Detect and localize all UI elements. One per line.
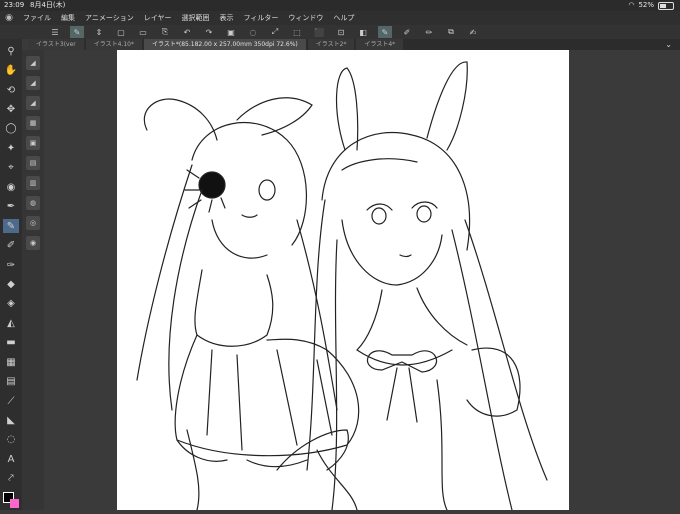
text-icon[interactable]: A	[3, 452, 19, 466]
clear-icon[interactable]: ▣	[224, 26, 238, 38]
battery-icon	[658, 1, 674, 10]
hand-icon[interactable]: ✋	[3, 63, 19, 77]
app-logo-icon[interactable]: ◉	[0, 13, 18, 23]
subtool-1-icon[interactable]: ◢	[26, 56, 40, 70]
frame-tool-icon[interactable]: ▤	[3, 374, 19, 388]
menu-selection[interactable]: 選択範囲	[177, 13, 215, 23]
command-bar: ☰ ✎ ⇕ ▢ ▭ ⎘ ↶ ↷ ▣ ◌ ⤢ ⬚ ⬛ ⊡ ◧ ✎ ✐ ✏ ⧉ ✍	[0, 25, 680, 39]
subtool-2-icon[interactable]: ◢	[26, 76, 40, 90]
layer-icon[interactable]: ⧉	[444, 26, 458, 38]
crop-icon[interactable]: ⊡	[334, 26, 348, 38]
subtool-3-icon[interactable]: ◢	[26, 96, 40, 110]
sub-color[interactable]	[10, 499, 19, 509]
brush-icon[interactable]: ✐	[400, 26, 414, 38]
tab-doc-5[interactable]: イラスト4*	[356, 39, 404, 50]
eye-icon[interactable]: ◉	[3, 180, 19, 194]
wand-icon[interactable]: ✦	[3, 141, 19, 155]
menu-file[interactable]: ファイル	[18, 13, 56, 23]
frame-icon[interactable]: ▢	[114, 26, 128, 38]
pencil-icon[interactable]: ✏	[422, 26, 436, 38]
menu-view[interactable]: 表示	[215, 13, 239, 23]
subtool-8-icon[interactable]: ◍	[26, 196, 40, 210]
airbrush-icon[interactable]: ✑	[3, 258, 19, 272]
eraser-icon[interactable]: ◆	[3, 277, 19, 291]
menu-layer[interactable]: レイヤー	[139, 13, 177, 23]
fill-icon[interactable]: ◧	[356, 26, 370, 38]
save-icon[interactable]: ⎘	[158, 26, 172, 38]
eyedropper-icon[interactable]: ⌖	[3, 161, 19, 175]
clock: 23:09	[4, 1, 25, 9]
line-art-illustration	[136, 61, 548, 511]
correct-line-icon[interactable]: ⤤	[3, 472, 19, 486]
menu-edit[interactable]: 編集	[56, 13, 80, 23]
menu-filter[interactable]: フィルター	[239, 13, 284, 23]
tab-doc-active[interactable]: イラスト*(85.182.00 x 257.00mm 350dpi 72.6%)	[144, 39, 306, 50]
loading-icon[interactable]: ◌	[246, 26, 260, 38]
lasso-icon[interactable]: ◯	[3, 122, 19, 136]
pencil-tool-icon[interactable]: ✎	[3, 218, 19, 234]
color-indicator[interactable]	[0, 490, 22, 510]
pen-icon[interactable]: ✎	[378, 26, 392, 38]
battery-percent: 52%	[638, 1, 654, 9]
subtool-5-icon[interactable]: ▣	[26, 136, 40, 150]
status-bar: 23:09 8月4日(木) ◠ 52%	[0, 0, 680, 11]
sub-tool-palette: ◢ ◢ ◢ ▦ ▣ ▤ ▥ ◍ ◎ ◉	[22, 50, 44, 510]
transform-icon[interactable]: ⤢	[268, 26, 282, 38]
tool-palette: ⚲ ✋ ⟲ ✥ ◯ ✦ ⌖ ◉ ✒ ✎ ✐ ✑ ◆ ◈ ◭ ▬ ▦ ▤ ⟋ ◣ …	[0, 39, 22, 510]
curve-icon[interactable]: ◣	[3, 413, 19, 427]
drawing-canvas[interactable]	[117, 50, 569, 511]
move-icon[interactable]: ✥	[3, 102, 19, 116]
date: 8月4日(木)	[30, 1, 66, 9]
tab-doc-1[interactable]: イラスト3(ver	[28, 39, 84, 50]
figure-icon[interactable]: ▦	[3, 355, 19, 369]
wifi-icon: ◠	[628, 1, 635, 9]
pen-tool-icon[interactable]: ✒	[3, 200, 19, 214]
subtool-6-icon[interactable]: ▤	[26, 156, 40, 170]
blend-icon[interactable]: ◈	[3, 297, 19, 311]
ruler-icon[interactable]: ⟋	[3, 394, 19, 408]
balloon-icon[interactable]: ◌	[3, 433, 19, 447]
brush-tool-icon[interactable]: ✐	[3, 238, 19, 252]
gradient-icon[interactable]: ▬	[3, 336, 19, 350]
hamburger-icon[interactable]: ☰	[48, 26, 62, 38]
deselect-icon[interactable]: ⬚	[290, 26, 304, 38]
adjust-icon[interactable]: ⇕	[92, 26, 106, 38]
subtool-9-icon[interactable]: ◎	[26, 216, 40, 230]
edit-icon[interactable]: ✍	[466, 26, 480, 38]
redo-icon[interactable]: ↷	[202, 26, 216, 38]
rotate-icon[interactable]: ⟲	[3, 83, 19, 97]
tab-doc-4[interactable]: イラスト2*	[307, 39, 355, 50]
undo-icon[interactable]: ↶	[180, 26, 194, 38]
subtool-7-icon[interactable]: ▥	[26, 176, 40, 190]
chevron-down-icon[interactable]: ⌄	[665, 40, 672, 49]
zoom-icon[interactable]: ⚲	[3, 44, 19, 58]
tab-doc-2[interactable]: イラスト4.10*	[85, 39, 142, 50]
subtool-10-icon[interactable]: ◉	[26, 236, 40, 250]
menu-help[interactable]: ヘルプ	[328, 13, 359, 23]
select-all-icon[interactable]: ⬛	[312, 26, 326, 38]
menu-bar: ◉ ファイル 編集 アニメーション レイヤー 選択範囲 表示 フィルター ウィン…	[0, 11, 680, 25]
status-right: ◠ 52%	[628, 0, 674, 11]
fill-tool-icon[interactable]: ◭	[3, 316, 19, 330]
subtool-4-icon[interactable]: ▦	[26, 116, 40, 130]
document-tabs: イラスト3(ver イラスト4.10* イラスト*(85.182.00 x 25…	[28, 39, 680, 50]
menu-animation[interactable]: アニメーション	[80, 13, 139, 23]
pen-mode-icon[interactable]: ✎	[70, 26, 84, 38]
new-canvas-icon[interactable]: ▭	[136, 26, 150, 38]
menu-window[interactable]: ウィンドウ	[283, 13, 328, 23]
